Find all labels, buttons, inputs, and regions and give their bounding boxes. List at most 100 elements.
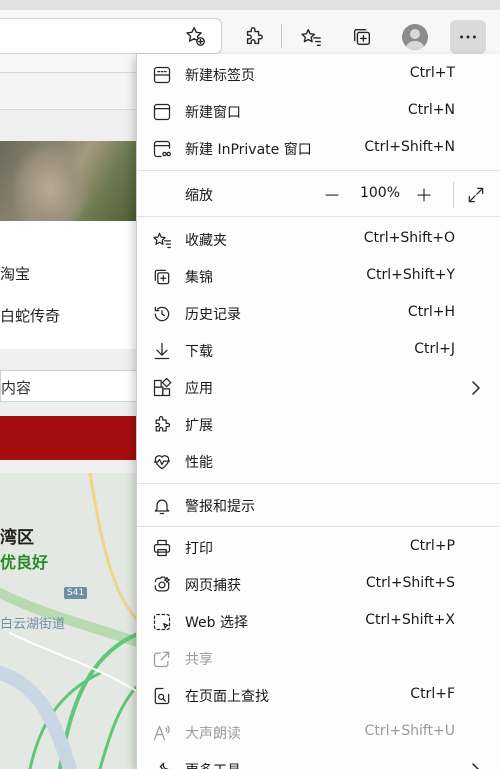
print-label: 打印: [185, 541, 213, 557]
page-red-banner: [0, 416, 140, 460]
collections-label: 集锦: [185, 270, 213, 286]
new-inprivate-label: 新建 InPrivate 窗口: [185, 142, 312, 158]
zoom-separator: [453, 182, 454, 208]
menu-item-new-window[interactable]: 新建窗口 Ctrl+N: [137, 93, 500, 130]
menu-item-downloads[interactable]: 下载 Ctrl+J: [137, 332, 500, 369]
zoom-in-icon[interactable]: [409, 180, 439, 210]
fullscreen-icon[interactable]: [461, 180, 491, 210]
profile-icon[interactable]: [397, 20, 433, 54]
page-list-panel: 淘宝 白蛇传奇: [0, 221, 140, 349]
map-road-label: 白云湖街道: [0, 617, 66, 632]
web-capture-label: 网页捕获: [185, 578, 241, 594]
bell-icon: [149, 493, 175, 519]
map-road-badge: S41: [64, 587, 88, 599]
apps-label: 应用: [185, 381, 213, 397]
web-page-content: 淘宝 白蛇传奇 内容 湾区 优良好 S41 白云湖街道: [0, 73, 140, 769]
collections-shortcut: Ctrl+Shift+Y: [366, 267, 455, 283]
menu-item-print[interactable]: 打印 Ctrl+P: [137, 529, 500, 566]
menu-divider: [137, 526, 500, 527]
apps-icon: [149, 375, 175, 401]
collections-icon: [149, 264, 175, 290]
web-capture-icon: [149, 572, 175, 598]
inprivate-icon: [149, 136, 175, 162]
collections-icon[interactable]: [344, 20, 380, 54]
alerts-label: 警报和提示: [185, 499, 255, 515]
performance-icon: [149, 449, 175, 475]
zoom-level: 100%: [359, 185, 401, 201]
chevron-right-icon: [469, 760, 483, 769]
favorites-icon[interactable]: [293, 20, 329, 54]
page-search-text: 内容: [1, 379, 32, 397]
menu-item-history[interactable]: 历史记录 Ctrl+H: [137, 295, 500, 332]
read-aloud-shortcut: Ctrl+Shift+U: [364, 723, 455, 739]
web-select-shortcut: Ctrl+Shift+X: [365, 612, 455, 628]
menu-item-find[interactable]: 在页面上查找 Ctrl+F: [137, 677, 500, 714]
favorites-shortcut: Ctrl+Shift+O: [363, 230, 455, 246]
settings-and-more-menu: 新建标签页 Ctrl+T 新建窗口 Ctrl+N 新建 InPrivate 窗口…: [136, 54, 500, 769]
new-inprivate-shortcut: Ctrl+Shift+N: [364, 139, 455, 155]
extensions-icon[interactable]: [236, 20, 272, 54]
menu-item-more-tools[interactable]: 更多工具: [137, 751, 500, 769]
new-window-shortcut: Ctrl+N: [407, 102, 455, 118]
favorites-icon: [149, 227, 175, 253]
zoom-label: 缩放: [185, 188, 213, 204]
download-icon: [149, 338, 175, 364]
new-window-label: 新建窗口: [185, 105, 241, 121]
performance-label: 性能: [185, 455, 213, 471]
print-shortcut: Ctrl+P: [409, 538, 455, 554]
menu-item-extensions[interactable]: 扩展: [137, 406, 500, 443]
add-favorite-icon[interactable]: [182, 23, 208, 49]
map-region-title: 湾区: [0, 528, 34, 548]
menu-item-performance[interactable]: 性能: [137, 443, 500, 480]
new-tab-label: 新建标签页: [185, 68, 255, 84]
new-tab-shortcut: Ctrl+T: [409, 65, 455, 81]
menu-item-new-inprivate[interactable]: 新建 InPrivate 窗口 Ctrl+Shift+N: [137, 130, 500, 167]
new-window-icon: [149, 99, 175, 125]
downloads-label: 下载: [185, 344, 213, 360]
page-search-box[interactable]: 内容: [0, 370, 140, 402]
more-tools-icon: [149, 757, 175, 769]
menu-divider: [137, 216, 500, 217]
downloads-shortcut: Ctrl+J: [414, 341, 455, 357]
page-map[interactable]: 湾区 优良好 S41 白云湖街道: [0, 473, 140, 769]
more-tools-label: 更多工具: [185, 760, 241, 769]
extensions-icon: [149, 412, 175, 438]
menu-item-collections[interactable]: 集锦 Ctrl+Shift+Y: [137, 258, 500, 295]
menu-item-read-aloud: 大声朗读 Ctrl+Shift+U: [137, 714, 500, 751]
map-air-quality: 优良好: [0, 553, 49, 572]
favorites-label: 收藏夹: [185, 233, 227, 249]
menu-item-alerts[interactable]: 警报和提示: [137, 487, 500, 524]
web-select-label: Web 选择: [185, 615, 248, 631]
menu-item-apps[interactable]: 应用: [137, 369, 500, 406]
history-icon: [149, 301, 175, 327]
share-icon: [149, 646, 175, 672]
avatar: [402, 24, 428, 50]
page-photo: [0, 141, 140, 221]
find-label: 在页面上查找: [185, 689, 269, 705]
menu-item-zoom: 缩放 100%: [137, 176, 500, 213]
find-in-page-icon: [149, 683, 175, 709]
chevron-right-icon: [469, 378, 483, 398]
web-select-icon: [149, 609, 175, 635]
toolbar-separator: [281, 24, 282, 48]
menu-divider: [137, 483, 500, 484]
menu-item-web-select[interactable]: Web 选择 Ctrl+Shift+X: [137, 603, 500, 640]
web-capture-shortcut: Ctrl+Shift+S: [365, 575, 455, 591]
history-label: 历史记录: [185, 307, 241, 323]
find-shortcut: Ctrl+F: [410, 686, 455, 702]
page-header-bar: [0, 73, 140, 110]
more-icon[interactable]: [450, 20, 486, 54]
page-link-baishe[interactable]: 白蛇传奇: [0, 305, 60, 326]
menu-item-new-tab[interactable]: 新建标签页 Ctrl+T: [137, 56, 500, 93]
read-aloud-label: 大声朗读: [185, 726, 241, 742]
menu-item-web-capture[interactable]: 网页捕获 Ctrl+Shift+S: [137, 566, 500, 603]
page-link-taobao[interactable]: 淘宝: [0, 263, 30, 284]
read-aloud-icon: [149, 720, 175, 746]
menu-item-favorites[interactable]: 收藏夹 Ctrl+Shift+O: [137, 221, 500, 258]
menu-divider: [137, 170, 500, 171]
history-shortcut: Ctrl+H: [407, 304, 455, 320]
share-label: 共享: [185, 652, 213, 668]
new-tab-icon: [149, 62, 175, 88]
zoom-out-icon[interactable]: [317, 180, 347, 210]
extensions-label: 扩展: [185, 418, 213, 434]
